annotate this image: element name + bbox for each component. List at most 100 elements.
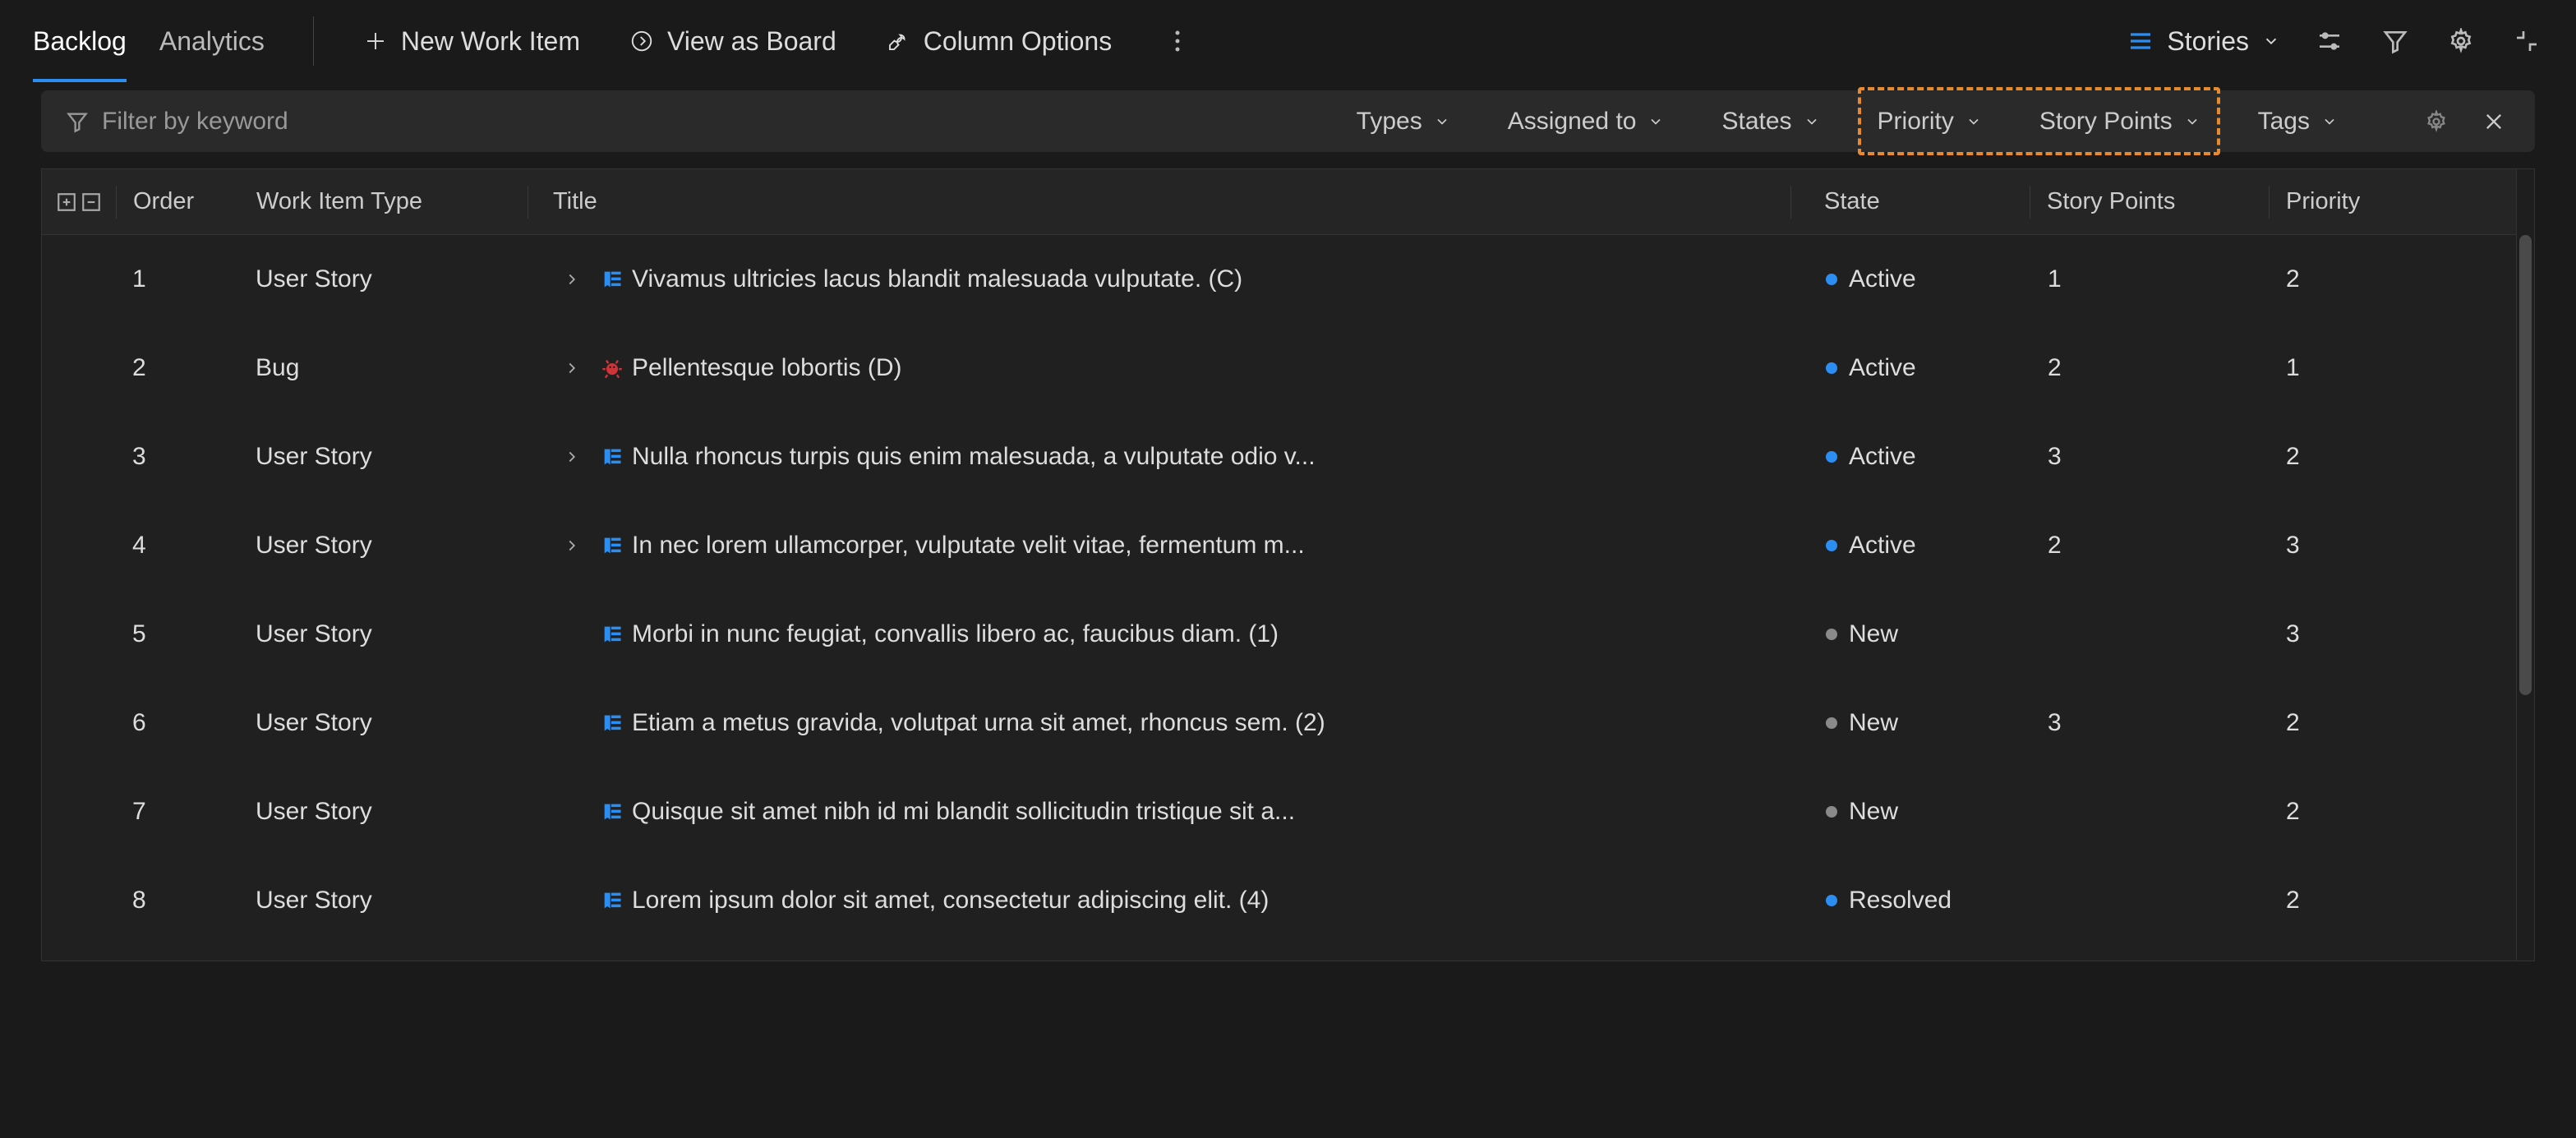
table-row[interactable]: 3User StoryNulla rhoncus turpis quis eni… bbox=[42, 412, 2516, 501]
state-dot-icon bbox=[1826, 806, 1837, 818]
cell-state: Active bbox=[1793, 265, 2031, 293]
filter-assigned-to-dropdown[interactable]: Assigned to bbox=[1500, 103, 1673, 141]
cell-title[interactable]: Morbi in nunc feugiat, convallis libero … bbox=[527, 620, 1793, 648]
cell-title[interactable]: Lorem ipsum dolor sit amet, consectetur … bbox=[527, 887, 1793, 915]
cell-order: 3 bbox=[116, 443, 256, 471]
user-story-icon bbox=[601, 534, 624, 557]
selector-label: Stories bbox=[2167, 26, 2249, 57]
state-dot-icon bbox=[1826, 629, 1837, 640]
view-options-button[interactable] bbox=[2313, 25, 2346, 58]
cell-title[interactable]: Etiam a metus gravida, volutpat urna sit… bbox=[527, 709, 1793, 737]
bug-icon bbox=[601, 357, 624, 380]
filter-story-points-dropdown[interactable]: Story Points bbox=[2031, 103, 2209, 141]
gear-icon bbox=[2425, 110, 2448, 133]
table-row[interactable]: 6User StoryEtiam a metus gravida, volutp… bbox=[42, 679, 2516, 767]
settings-button[interactable] bbox=[2445, 25, 2477, 58]
cell-work-item-type: User Story bbox=[256, 443, 527, 471]
column-header-state[interactable]: State bbox=[1791, 188, 2030, 215]
cell-title[interactable]: Quisque sit amet nibh id mi blandit soll… bbox=[527, 798, 1793, 826]
table-row[interactable]: 7User StoryQuisque sit amet nibh id mi b… bbox=[42, 767, 2516, 856]
toolbar: Backlog Analytics New Work Item View as … bbox=[0, 0, 2576, 82]
column-header-type[interactable]: Work Item Type bbox=[256, 188, 528, 215]
cell-order: 7 bbox=[116, 798, 256, 826]
filter-right-icons bbox=[2420, 105, 2510, 138]
filter-toggle-button[interactable] bbox=[2379, 25, 2412, 58]
tab-analytics[interactable]: Analytics bbox=[159, 0, 265, 82]
table-row[interactable]: 5User StoryMorbi in nunc feugiat, conval… bbox=[42, 590, 2516, 679]
filter-icon bbox=[66, 110, 89, 133]
view-as-board-button[interactable]: View as Board bbox=[629, 26, 836, 57]
table-row[interactable]: 4User StoryIn nec lorem ullamcorper, vul… bbox=[42, 501, 2516, 590]
column-header-order[interactable]: Order bbox=[117, 188, 256, 215]
state-dot-icon bbox=[1826, 451, 1837, 463]
filter-tags-dropdown[interactable]: Tags bbox=[2250, 103, 2346, 141]
cell-priority: 1 bbox=[2270, 354, 2516, 382]
grid-body: 1 User Story Vivamus ultricies lacus bland… bbox=[42, 235, 2516, 945]
button-label: Column Options bbox=[924, 26, 1112, 57]
cell-story-points: 2 bbox=[2031, 354, 2270, 382]
table-row[interactable]: 8User StoryLorem ipsum dolor sit amet, c… bbox=[42, 856, 2516, 945]
scroll-thumb[interactable] bbox=[2519, 235, 2532, 695]
vertical-scrollbar[interactable] bbox=[2516, 169, 2534, 961]
dropdown-label: Types bbox=[1357, 108, 1422, 136]
new-work-item-button[interactable]: New Work Item bbox=[363, 26, 580, 57]
collapse-all-icon bbox=[81, 191, 102, 213]
cell-priority: 3 bbox=[2270, 620, 2516, 648]
state-dot-icon bbox=[1826, 274, 1837, 285]
filter-keyword-input[interactable] bbox=[102, 108, 513, 136]
chevron-down-icon bbox=[1804, 113, 1820, 130]
filter-types-dropdown[interactable]: Types bbox=[1348, 103, 1459, 141]
cell-order: 2 bbox=[116, 354, 256, 382]
fullscreen-exit-icon bbox=[2514, 28, 2540, 54]
column-options-button[interactable]: Column Options bbox=[886, 26, 1112, 57]
cell-work-item-type: User Story bbox=[256, 620, 527, 648]
cell-state: Active bbox=[1793, 532, 2031, 560]
more-actions-button[interactable] bbox=[1161, 25, 1194, 58]
title-text: Morbi in nunc feugiat, convallis libero … bbox=[632, 620, 1279, 648]
expand-chevron-icon[interactable] bbox=[551, 537, 592, 555]
sliders-icon bbox=[2316, 28, 2343, 54]
cell-story-points: 1 bbox=[2031, 265, 2270, 293]
gear-icon bbox=[2448, 28, 2474, 54]
expand-collapse-all[interactable] bbox=[42, 191, 116, 213]
cell-work-item-type: User Story bbox=[256, 887, 527, 915]
cell-title[interactable]: Pellentesque lobortis (D) bbox=[527, 354, 1793, 382]
filter-states-dropdown[interactable]: States bbox=[1713, 103, 1827, 141]
cell-work-item-type: Bug bbox=[256, 354, 527, 382]
cell-title[interactable]: In nec lorem ullamcorper, vulputate veli… bbox=[527, 532, 1793, 560]
table-row[interactable]: 2BugPellentesque lobortis (D)Active21 bbox=[42, 324, 2516, 412]
expand-chevron-icon[interactable] bbox=[551, 448, 592, 466]
column-header-title[interactable]: Title bbox=[528, 188, 1790, 215]
close-filter-button[interactable] bbox=[2477, 105, 2510, 138]
expand-chevron-icon[interactable] bbox=[551, 359, 592, 377]
tab-backlog[interactable]: Backlog bbox=[33, 0, 127, 82]
cell-state: New bbox=[1793, 709, 2031, 737]
tab-label: Backlog bbox=[33, 26, 127, 57]
user-story-icon bbox=[601, 712, 624, 735]
cell-title[interactable]: Vivamus ultricies lacus blandit malesuad… bbox=[527, 265, 1793, 293]
user-story-icon bbox=[601, 623, 624, 646]
filter-settings-button[interactable] bbox=[2420, 105, 2453, 138]
column-header-story-points[interactable]: Story Points bbox=[2030, 188, 2269, 215]
cell-order: 8 bbox=[116, 887, 256, 915]
tab-group: Backlog Analytics bbox=[33, 0, 314, 82]
more-vertical-icon bbox=[1174, 29, 1181, 53]
filter-priority-dropdown[interactable]: Priority bbox=[1869, 103, 1990, 141]
toolbar-actions: New Work Item View as Board Column Optio… bbox=[314, 25, 2543, 58]
arrow-circle-icon bbox=[629, 29, 654, 53]
cell-priority: 2 bbox=[2270, 443, 2516, 471]
expand-chevron-icon[interactable] bbox=[551, 270, 592, 288]
backlog-grid: Order Work Item Type Title State Story P… bbox=[41, 168, 2535, 961]
fullscreen-exit-button[interactable] bbox=[2510, 25, 2543, 58]
grid-header: Order Work Item Type Title State Story P… bbox=[42, 169, 2516, 235]
cell-story-points: 2 bbox=[2031, 532, 2270, 560]
title-text: Etiam a metus gravida, volutpat urna sit… bbox=[632, 709, 1325, 737]
cell-title[interactable]: Nulla rhoncus turpis quis enim malesuada… bbox=[527, 443, 1793, 471]
cell-state: Active bbox=[1793, 354, 2031, 382]
wrench-icon bbox=[886, 29, 910, 53]
cell-order: 6 bbox=[116, 709, 256, 737]
table-row[interactable]: 1User StoryVivamus ultricies lacus bland… bbox=[42, 235, 2516, 324]
dropdown-label: Tags bbox=[2258, 108, 2310, 136]
backlog-level-selector[interactable]: Stories bbox=[2127, 26, 2280, 57]
column-header-priority[interactable]: Priority bbox=[2270, 188, 2516, 215]
